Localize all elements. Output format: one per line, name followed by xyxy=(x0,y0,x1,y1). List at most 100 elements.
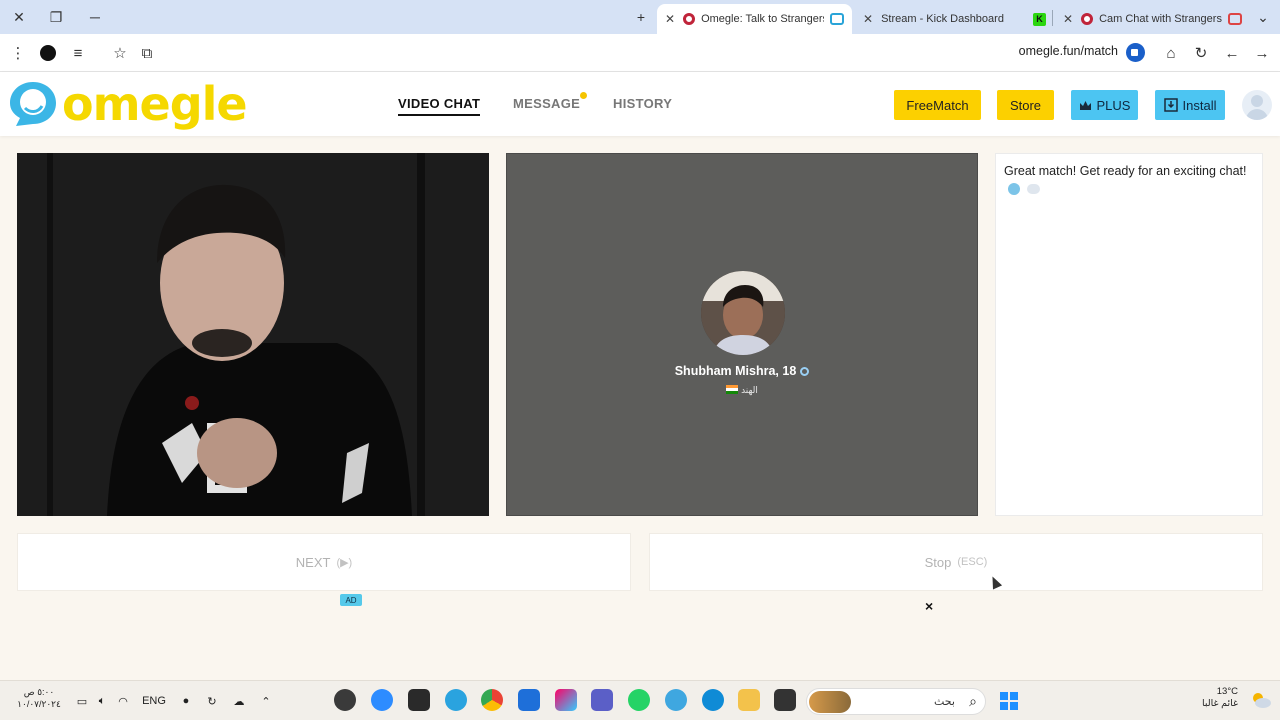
battery-icon[interactable]: ▭ xyxy=(74,690,90,712)
plus-button[interactable]: PLUS xyxy=(1071,90,1138,120)
tab-title: Stream - Kick Dashboard xyxy=(881,13,1004,25)
menu-kebab-icon[interactable]: ⋮ xyxy=(7,42,29,64)
remote-user-name: Shubham Mishra, 18 xyxy=(507,364,977,378)
remote-user-photo xyxy=(701,271,785,355)
next-shortcut-hint: (▶) xyxy=(336,556,353,569)
tab-close-icon[interactable]: ✕ xyxy=(1063,12,1073,26)
weather-widget[interactable]: 13°C غائم غالبا xyxy=(1190,686,1238,709)
chat-message-text: Great match! Get ready for an exciting c… xyxy=(1004,164,1247,178)
nav-video-chat[interactable]: VIDEO CHAT xyxy=(398,96,481,116)
store-button[interactable]: Store xyxy=(997,90,1054,120)
volume-icon[interactable]: 🔈︎ xyxy=(94,690,110,712)
omegle-logo[interactable]: omegle xyxy=(8,77,248,131)
media-controls-icon[interactable]: ≡ xyxy=(67,42,89,64)
ad-badge: AD xyxy=(340,594,362,606)
chat-system-message: Great match! Get ready for an exciting c… xyxy=(996,154,1262,206)
store-app-icon[interactable] xyxy=(518,689,540,711)
weather-temperature: 13°C xyxy=(1216,686,1238,697)
tray-chevron-up-icon[interactable]: ⌃ xyxy=(258,690,274,712)
copilot-app-icon[interactable] xyxy=(555,689,577,711)
home-icon[interactable]: ⌂ xyxy=(1160,42,1182,64)
terminal-app-icon[interactable] xyxy=(774,689,796,711)
nav-message[interactable]: MESSAGE xyxy=(513,92,588,111)
obs-app-icon[interactable] xyxy=(334,689,356,711)
wifi-icon[interactable]: ◠ xyxy=(114,690,132,712)
clock-time: ٥:٠٠ ص xyxy=(23,687,55,697)
zoom-app-icon[interactable] xyxy=(371,689,393,711)
forward-arrow-icon[interactable]: → xyxy=(1251,42,1273,64)
stop-label: Stop xyxy=(924,554,952,570)
crown-icon xyxy=(1079,100,1091,110)
tab-omegle[interactable]: ✕ Omegle: Talk to Strangers w xyxy=(657,4,852,34)
install-button[interactable]: Install xyxy=(1155,90,1225,120)
omegle-bubble-icon xyxy=(10,82,56,126)
teams-app-icon[interactable] xyxy=(591,689,613,711)
speech-bubble-emoji-icon xyxy=(1027,184,1041,194)
browser-toolbar: ⋮ ≡ ☆ ⧉ omegle.fun/match ⌂ ↻ ← → xyxy=(0,34,1280,72)
tab-title: Cam Chat with Strangers on xyxy=(1099,13,1222,25)
remote-video-panel: Shubham Mishra, 18 الهند xyxy=(506,153,978,516)
remote-user-avatar xyxy=(701,271,785,355)
onedrive-cloud-icon[interactable]: ☁ xyxy=(230,690,248,712)
file-explorer-icon[interactable] xyxy=(738,689,760,711)
user-profile-icon[interactable] xyxy=(1242,90,1272,120)
nav-message-label: MESSAGE xyxy=(513,96,581,111)
telegram-app-icon[interactable] xyxy=(445,689,467,711)
window-minimize-icon[interactable]: ─ xyxy=(84,6,106,28)
window-restore-icon[interactable]: ❐ xyxy=(45,6,67,28)
new-tab-icon[interactable]: + xyxy=(630,6,652,28)
remote-user-name-text: Shubham Mishra, 18 xyxy=(674,364,797,378)
input-language[interactable]: ENG xyxy=(142,690,166,712)
local-camera-image xyxy=(17,153,489,516)
tab-kick-pinned[interactable]: K xyxy=(1025,4,1055,34)
kick-favicon-icon: K xyxy=(1033,12,1046,26)
address-bar-url[interactable]: omegle.fun/match xyxy=(1019,44,1118,58)
remote-country-text: الهند xyxy=(741,385,758,395)
ring-icon xyxy=(800,367,810,376)
browser-tab-strip: ✕ ❐ ─ + ✕ Omegle: Talk to Strangers w ✕ … xyxy=(0,0,1280,34)
sync-icon[interactable]: ↻ xyxy=(204,690,220,712)
local-video-feed xyxy=(17,153,489,516)
tab-list-chevron-icon[interactable]: ⌄ xyxy=(1252,6,1274,28)
os-taskbar: ٥:٠٠ ص ١٠/٠٧/٢٠٢٤ ▭ 🔈︎ ◠ ENG ● ↻ ☁ ⌃ بحث… xyxy=(0,680,1280,720)
remote-user-country: الهند xyxy=(507,385,977,396)
site-header: omegle VIDEO CHAT MESSAGE HISTORY FreeMa… xyxy=(0,72,1280,136)
windows-start-icon[interactable] xyxy=(998,690,1020,712)
stop-shortcut-hint: (ESC) xyxy=(957,556,988,568)
search-highlight-image xyxy=(809,691,851,713)
notification-dot-icon xyxy=(580,92,588,99)
globe-app-icon[interactable] xyxy=(665,689,687,711)
nav-history[interactable]: HISTORY xyxy=(613,96,672,111)
camera-in-use-icon[interactable] xyxy=(1126,43,1145,62)
edge-app-icon[interactable] xyxy=(702,689,724,711)
install-app-icon[interactable]: ⧉ xyxy=(136,42,158,64)
tab-separator xyxy=(1052,10,1053,26)
whatsapp-app-icon[interactable] xyxy=(628,689,650,711)
tab-kick[interactable]: ✕ Stream - Kick Dashboard xyxy=(855,4,1025,34)
profile-avatar-icon[interactable] xyxy=(37,42,59,64)
recording-icon xyxy=(1228,13,1242,25)
close-ad-icon[interactable]: × xyxy=(925,598,933,614)
bookmark-star-icon[interactable]: ☆ xyxy=(109,42,131,64)
next-button[interactable]: NEXT (▶) xyxy=(17,533,631,591)
cloudy-weather-icon xyxy=(1253,693,1271,708)
logo-text: omegle xyxy=(62,77,248,131)
window-close-icon[interactable]: ✕ xyxy=(8,6,30,28)
reload-icon[interactable]: ↻ xyxy=(1190,42,1212,64)
download-icon xyxy=(1163,98,1178,112)
microphone-icon[interactable]: ● xyxy=(178,690,194,712)
tab-cam-chat[interactable]: ✕ Cam Chat with Strangers on xyxy=(1055,4,1250,34)
tab-close-icon[interactable]: ✕ xyxy=(665,12,675,26)
screen-share-icon xyxy=(830,13,844,25)
taskbar-search-box[interactable] xyxy=(806,688,986,715)
chrome-app-icon[interactable] xyxy=(481,689,503,711)
next-label: NEXT xyxy=(295,554,331,570)
taskbar-clock[interactable]: ٥:٠٠ ص ١٠/٠٧/٢٠٢٤ xyxy=(14,687,64,709)
search-icon: ⌕ xyxy=(969,692,977,709)
tab-close-icon[interactable]: ✕ xyxy=(863,12,873,26)
back-arrow-icon[interactable]: ← xyxy=(1221,42,1243,64)
stop-button[interactable]: Stop (ESC) xyxy=(649,533,1263,591)
freematch-button[interactable]: FreeMatch xyxy=(894,90,981,120)
windows-logo-icon xyxy=(1000,692,1018,710)
game-app-icon[interactable] xyxy=(408,689,430,711)
